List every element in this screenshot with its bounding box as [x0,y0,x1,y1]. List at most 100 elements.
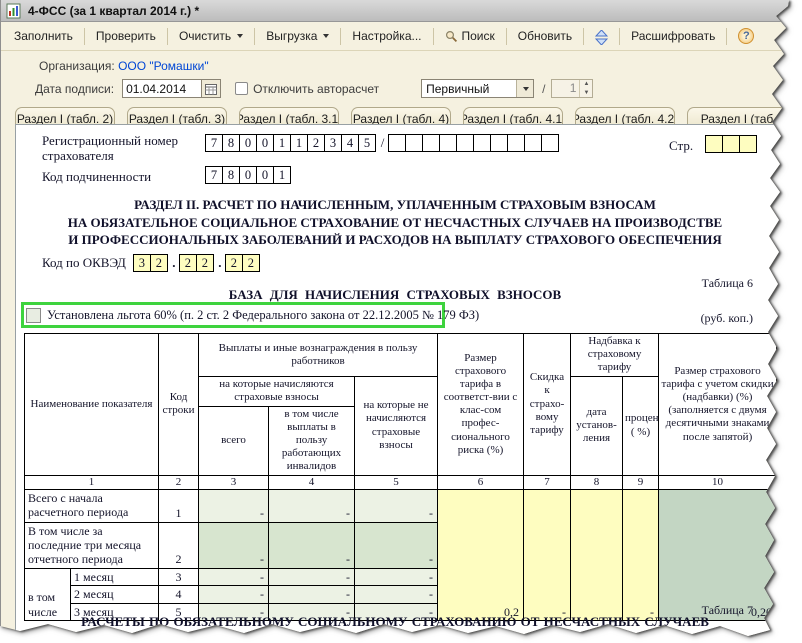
digit-cell-empty[interactable] [507,134,525,152]
autocalc-label: Отключить авторасчет [253,82,379,96]
registration-number-label: Регистрационный номер страхователя [42,133,222,163]
toolbar-separator [619,28,620,45]
report-type-select[interactable]: Первичный [421,79,534,98]
benefit-checkbox[interactable] [26,308,41,323]
value-cell: - [269,568,355,585]
digit-cell[interactable]: 1 [290,134,308,152]
combo-dropdown-button[interactable] [516,80,533,97]
col-number: 6 [438,475,524,489]
clear-button[interactable]: Очистить [171,25,251,47]
date-row: Дата подписи: 01.04.2014 Отключить автор… [35,79,790,98]
toolbar-separator [506,28,507,45]
value-cell: - [355,489,438,522]
okved-digit[interactable]: 2 [225,254,243,272]
digit-cell[interactable]: 0 [239,166,257,184]
check-button[interactable]: Проверить [88,25,164,47]
revision-spinner[interactable]: 1 ▲ ▼ [551,79,593,98]
digit-cell[interactable]: 1 [273,166,291,184]
toolbar-separator [84,28,85,45]
search-icon [445,30,458,43]
benefit-highlight-box: Установлена льгота 60% (п. 2 ст. 2 Федер… [21,302,445,328]
revision-value: 1 [552,80,579,97]
torn-screenshot-edge: 4-ФСС (за 1 квартал 2014 г.) * Заполнить… [0,0,790,640]
subordination-code-cells: 7 8 0 0 1 [206,166,291,184]
sort-updown-button[interactable] [587,26,616,47]
digit-cell-empty[interactable] [473,134,491,152]
digit-cell[interactable]: 3 [324,134,342,152]
final-tariff-cell: 0,20 [659,489,777,620]
autocalc-checkbox[interactable] [235,82,248,95]
digit-cell-empty[interactable] [422,134,440,152]
header-total: всего [199,406,269,475]
help-button[interactable]: ? [730,24,762,48]
digit-cell[interactable]: 0 [239,134,257,152]
value-cell: - [199,568,269,585]
okved-label: Код по ОКВЭД [42,255,126,271]
digit-cell[interactable]: 1 [273,134,291,152]
digit-cell-empty[interactable] [524,134,542,152]
okved-digit[interactable]: 2 [196,254,214,272]
digit-cell[interactable]: 8 [222,166,240,184]
row-label: В том числе за последние три месяца отче… [25,522,159,568]
organization-label: Организация: [39,59,115,73]
digit-cell[interactable]: 4 [341,134,359,152]
calendar-icon [205,83,217,95]
arrows-up-down-icon [595,30,608,43]
help-icon: ? [738,28,754,44]
surcharge-date-cell[interactable] [571,489,623,620]
digit-cell[interactable]: 0 [256,166,274,184]
calendar-button[interactable] [202,79,221,98]
settings-button[interactable]: Настройка... [344,25,429,47]
digit-cell[interactable]: 5 [358,134,376,152]
header-accrued-group: на которые начисляются страховые взносы [199,376,355,406]
okved-digit[interactable]: 2 [242,254,260,272]
digit-cell[interactable]: 7 [205,166,223,184]
table6-title: БАЗА ДЛЯ НАЧИСЛЕНИЯ СТРАХОВЫХ ВЗНОСОВ [16,287,774,303]
search-button[interactable]: Поиск [437,25,503,47]
col-number: 4 [269,475,355,489]
spin-down-icon[interactable]: ▼ [580,89,592,98]
digit-cell[interactable]: 0 [256,134,274,152]
organization-link[interactable]: ООО "Ромашки" [118,59,209,73]
value-cell: - [199,586,269,603]
section2-heading-line2: НА ОБЯЗАТЕЛЬНОЕ СОЦИАЛЬНОЕ СТРАХОВАНИЕ О… [16,214,774,232]
fill-button[interactable]: Заполнить [6,25,81,47]
chevron-down-icon [523,87,529,91]
okved-digit[interactable]: 3 [133,254,151,272]
digit-cell-empty[interactable] [405,134,423,152]
digit-cell[interactable]: 8 [222,134,240,152]
okved-digit[interactable]: 2 [179,254,197,272]
col-number: 1 [25,475,159,489]
page-cell-empty[interactable] [705,135,723,153]
col-number: 10 [659,475,777,489]
row-label: Всего с начала расчетного периода [25,489,159,522]
digit-cell-empty[interactable] [388,134,406,152]
surcharge-percent-cell[interactable]: - [623,489,659,620]
header-surcharge-date: дата установ-ления [571,376,623,475]
value-cell: - [269,586,355,603]
page-cell-empty[interactable] [739,135,757,153]
refresh-button[interactable]: Обновить [510,25,580,47]
digit-cell[interactable]: 2 [307,134,325,152]
decrypt-button[interactable]: Расшифровать [623,25,723,47]
header-not-accrued: на которые не начисляются страховые взно… [355,376,438,475]
registration-number-cells: 7 8 0 0 1 1 2 3 4 5 / [206,134,559,152]
digit-cell-empty[interactable] [541,134,559,152]
okved-row: Код по ОКВЭД 3 2 . 2 2 . 2 2 [42,254,260,272]
digit-cell[interactable]: 7 [205,134,223,152]
form-canvas: Регистрационный номер страхователя 7 8 0… [15,124,791,640]
page-cell-empty[interactable] [722,135,740,153]
digit-cell-empty[interactable] [490,134,508,152]
header-name: Наименование показателя [25,334,159,476]
spin-up-icon[interactable]: ▲ [580,80,592,89]
row-code: 3 [159,568,199,585]
digit-cell-empty[interactable] [439,134,457,152]
digit-cell-empty[interactable] [456,134,474,152]
col-number: 5 [355,475,438,489]
sign-date-input[interactable]: 01.04.2014 [122,79,202,98]
tariff-class-cell[interactable]: 0,2 [438,489,524,620]
export-button[interactable]: Выгрузка [258,25,337,47]
toolbar: Заполнить Проверить Очистить Выгрузка На… [1,22,790,51]
okved-digit[interactable]: 2 [150,254,168,272]
discount-cell[interactable]: - [524,489,571,620]
